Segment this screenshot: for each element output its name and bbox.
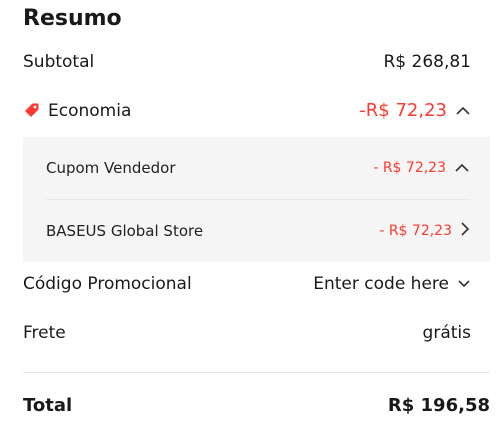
baseus-store-value: - R$ 72,23 (379, 223, 452, 239)
subtotal-row: Subtotal R$ 268,81 (23, 52, 471, 72)
frete-label: Frete (23, 323, 66, 343)
chevron-down-icon[interactable] (457, 274, 471, 294)
cupom-vendedor-row[interactable]: Cupom Vendedor - R$ 72,23 (46, 137, 470, 199)
economia-label: Economia (48, 100, 132, 121)
cupom-vendedor-label: Cupom Vendedor (46, 159, 176, 177)
total-row: Total R$ 196,58 (23, 395, 490, 416)
subtotal-label: Subtotal (23, 52, 95, 72)
baseus-store-label: BASEUS Global Store (46, 222, 204, 240)
tag-icon (23, 102, 40, 119)
baseus-store-row[interactable]: BASEUS Global Store - R$ 72,23 (46, 200, 470, 262)
promo-code-row[interactable]: Código Promocional Enter code here (23, 274, 471, 294)
chevron-right-icon[interactable] (460, 221, 470, 241)
economia-details-panel: Cupom Vendedor - R$ 72,23 BASEUS Global … (23, 137, 490, 262)
frete-row: Frete grátis (23, 323, 471, 343)
total-label: Total (23, 395, 73, 416)
promo-code-input[interactable]: Enter code here (313, 274, 449, 294)
cupom-vendedor-value: - R$ 72,23 (373, 160, 446, 176)
chevron-up-icon[interactable] (455, 101, 471, 121)
total-value: R$ 196,58 (387, 395, 490, 416)
promo-code-label: Código Promocional (23, 274, 192, 294)
economia-value: -R$ 72,23 (359, 100, 447, 121)
summary-title: Resumo (23, 6, 122, 31)
total-divider (23, 372, 490, 373)
chevron-up-icon[interactable] (454, 159, 470, 177)
frete-value: grátis (422, 323, 471, 343)
subtotal-value: R$ 268,81 (383, 52, 471, 72)
economia-row[interactable]: Economia -R$ 72,23 (23, 100, 471, 121)
